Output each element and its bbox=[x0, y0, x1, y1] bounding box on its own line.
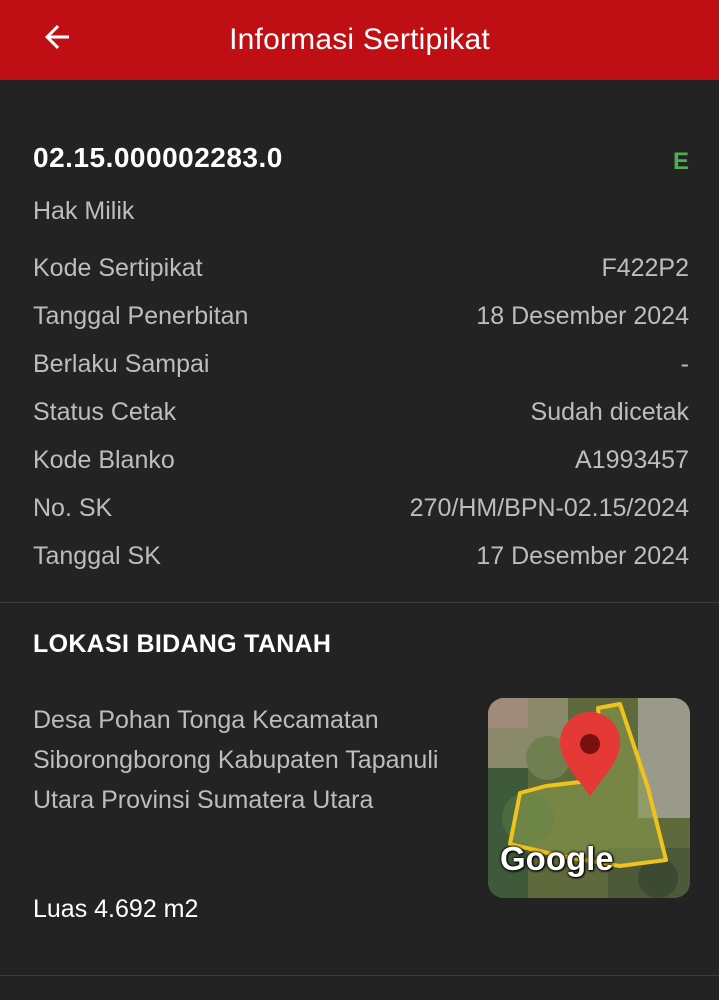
detail-row-tanggal-penerbitan: Tanggal Penerbitan 18 Desember 2024 bbox=[33, 292, 689, 340]
detail-label: Berlaku Sampai bbox=[33, 349, 210, 378]
back-button[interactable] bbox=[36, 16, 78, 58]
detail-label: Kode Sertipikat bbox=[33, 253, 203, 282]
certificate-badge: E bbox=[672, 148, 689, 175]
detail-value: 17 Desember 2024 bbox=[476, 541, 689, 570]
certificate-details: Kode Sertipikat F422P2 Tanggal Penerbita… bbox=[33, 244, 689, 580]
location-address: Desa Pohan Tonga Kecamatan Siborongboron… bbox=[33, 706, 439, 814]
app-bar: Informasi Sertipikat bbox=[0, 0, 719, 80]
detail-row-berlaku-sampai: Berlaku Sampai - bbox=[33, 340, 689, 388]
detail-label: Tanggal SK bbox=[33, 541, 161, 570]
detail-row-status-cetak: Status Cetak Sudah dicetak bbox=[33, 388, 689, 436]
detail-value: A1993457 bbox=[574, 445, 689, 474]
detail-value: 270/HM/BPN-02.15/2024 bbox=[409, 493, 689, 522]
detail-label: Kode Blanko bbox=[33, 445, 175, 474]
map-thumbnail[interactable]: Google bbox=[488, 698, 690, 898]
detail-value: Sudah dicetak bbox=[530, 397, 689, 426]
bottom-divider bbox=[0, 975, 719, 976]
land-area: Luas 4.692 m2 bbox=[33, 895, 199, 923]
detail-row-tanggal-sk: Tanggal SK 17 Desember 2024 bbox=[33, 532, 689, 580]
section-divider bbox=[0, 602, 719, 603]
detail-value: - bbox=[680, 349, 689, 378]
detail-row-no-sk: No. SK 270/HM/BPN-02.15/2024 bbox=[33, 484, 689, 532]
arrow-left-icon bbox=[45, 25, 69, 49]
detail-label: Status Cetak bbox=[33, 397, 177, 426]
location-section-title: LOKASI BIDANG TANAH bbox=[33, 630, 332, 658]
google-logo: Google bbox=[500, 840, 614, 877]
detail-label: Tanggal Penerbitan bbox=[33, 301, 249, 330]
certificate-number: 02.15.000002283.0 bbox=[33, 142, 283, 173]
detail-label: No. SK bbox=[33, 493, 113, 522]
detail-value: F422P2 bbox=[601, 253, 689, 282]
detail-row-kode-blanko: Kode Blanko A1993457 bbox=[33, 436, 689, 484]
detail-value: 18 Desember 2024 bbox=[476, 301, 689, 330]
page-title: Informasi Sertipikat bbox=[229, 23, 490, 56]
certificate-type: Hak Milik bbox=[33, 197, 135, 225]
detail-row-kode-sertipikat: Kode Sertipikat F422P2 bbox=[33, 244, 689, 292]
